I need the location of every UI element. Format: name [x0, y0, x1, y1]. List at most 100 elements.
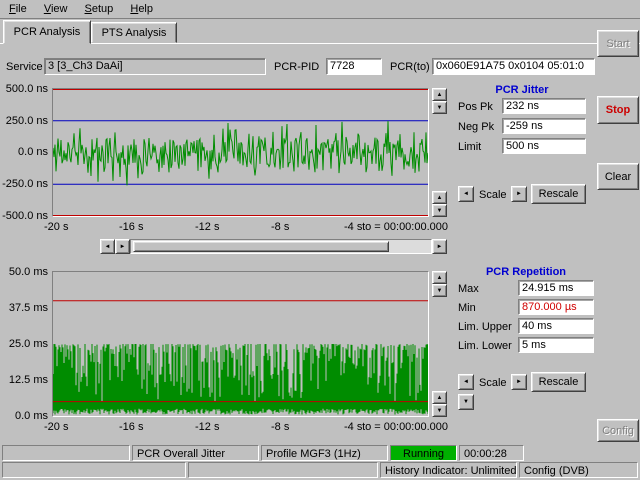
pos-pk-value-field: 232 ns: [502, 98, 586, 114]
rep-ytick-1: 37.5 ms: [2, 302, 48, 314]
jitter-ymax-down-button[interactable]: ▼: [432, 101, 447, 114]
jitter-scale-decrease-button[interactable]: ◄: [458, 186, 474, 202]
jitter-xtick-1: -16 s: [119, 221, 143, 233]
neg-pk-label: Neg Pk: [458, 121, 494, 133]
rep-xtick-0: -20 s: [44, 421, 68, 433]
scrollbar-thumb[interactable]: [133, 241, 389, 252]
status-profile-cell: Profile MGF3 (1Hz): [261, 445, 388, 461]
jitter-scale-increase-button[interactable]: ►: [511, 186, 527, 202]
status-empty-cell: [2, 445, 130, 461]
rep-scale-mode-button[interactable]: ▼: [458, 394, 474, 410]
neg-pk-value-field: -259 ns: [502, 118, 586, 134]
rep-ymin-down-button[interactable]: ▼: [432, 404, 447, 417]
scrollbar-right-button[interactable]: ►: [432, 239, 447, 254]
jitter-x-end-label: to = 00:00:00.000: [352, 221, 448, 233]
clear-button[interactable]: Clear: [597, 163, 639, 190]
jitter-panel-title: PCR Jitter: [452, 84, 592, 96]
jitter-ymin-up-button[interactable]: ▲: [432, 191, 447, 204]
rep-ytick-3: 12.5 ms: [2, 374, 48, 386]
status2-empty-cell-1: [2, 462, 186, 478]
min-label: Min: [458, 302, 476, 314]
jitter-scale-label: Scale: [479, 189, 507, 201]
jitter-ytick-4: -500.0 ns: [2, 210, 48, 222]
menu-view[interactable]: View: [37, 0, 75, 17]
pcr-to-field: 0x060E91A75 0x0104 05:01:0: [432, 58, 595, 75]
status2-config-cell: Config (DVB): [519, 462, 638, 478]
status-mode-cell: PCR Overall Jitter: [132, 445, 259, 461]
jitter-plot: [52, 88, 429, 217]
jitter-ytick-3: -250.0 ns: [2, 178, 48, 190]
max-value-field: 24.915 ms: [518, 280, 594, 296]
rep-ymin-up-button[interactable]: ▲: [432, 391, 447, 404]
scrollbar-track[interactable]: [130, 239, 432, 254]
repetition-panel-title: PCR Repetition: [452, 266, 600, 278]
service-field[interactable]: 3 [3_Ch3 DaAi]: [44, 58, 266, 75]
rep-rescale-label: Rescale: [539, 376, 579, 388]
pcr-analyzer-window: File View Setup Help PCR Analysis PTS An…: [0, 0, 640, 480]
menu-setup[interactable]: Setup: [78, 0, 121, 17]
jitter-xtick-2: -12 s: [195, 221, 219, 233]
jitter-rescale-button[interactable]: Rescale: [531, 184, 586, 204]
pcr-pid-label: PCR-PID: [274, 61, 319, 73]
rep-scale-increase-button[interactable]: ►: [511, 374, 527, 390]
tab-pcr-label: PCR Analysis: [14, 26, 81, 38]
lim-lower-label: Lim. Lower: [458, 340, 512, 352]
lim-lower-field[interactable]: 5 ms: [518, 337, 594, 353]
start-button-label: Start: [606, 38, 629, 50]
scrollbar-step-right-button[interactable]: ►: [115, 239, 130, 254]
right-arrow-icon: ►: [516, 191, 522, 197]
pcr-to-label: PCR(to): [390, 61, 430, 73]
up-arrow-icon: ▲: [437, 275, 443, 281]
jitter-xtick-0: -20 s: [44, 221, 68, 233]
repetition-trace: [53, 272, 428, 416]
lim-upper-label: Lim. Upper: [458, 321, 512, 333]
rep-scale-decrease-button[interactable]: ◄: [458, 374, 474, 390]
jitter-ymin-down-button[interactable]: ▼: [432, 204, 447, 217]
jitter-rescale-label: Rescale: [539, 188, 579, 200]
down-arrow-icon: ▼: [437, 408, 443, 414]
pos-pk-label: Pos Pk: [458, 101, 493, 113]
status-running-cell: Running: [390, 445, 457, 461]
down-arrow-icon: ▼: [437, 288, 443, 294]
right-arrow-icon: ►: [516, 379, 522, 385]
up-arrow-icon: ▲: [437, 92, 443, 98]
menu-bar: File View Setup Help: [0, 0, 640, 19]
right-arrow-icon: ►: [437, 244, 443, 250]
rep-ymax-down-button[interactable]: ▼: [432, 284, 447, 297]
rep-ymax-up-button[interactable]: ▲: [432, 271, 447, 284]
tab-pts-analysis[interactable]: PTS Analysis: [91, 22, 177, 43]
lim-upper-field[interactable]: 40 ms: [518, 318, 594, 334]
jitter-limit-field[interactable]: 500 ns: [502, 138, 586, 154]
repetition-plot: [52, 271, 429, 417]
right-arrow-icon: ►: [120, 244, 126, 250]
rep-rescale-button[interactable]: Rescale: [531, 372, 586, 392]
rep-xtick-3: -8 s: [271, 421, 289, 433]
down-arrow-icon: ▼: [463, 399, 469, 405]
status2-empty-cell-2: [188, 462, 378, 478]
config-button-label: Config: [602, 425, 634, 437]
menu-help[interactable]: Help: [123, 0, 160, 17]
start-button[interactable]: Start: [597, 30, 639, 57]
rep-scale-label: Scale: [479, 377, 507, 389]
scrollbar-step-left-button[interactable]: ◄: [100, 239, 115, 254]
clear-button-label: Clear: [605, 171, 631, 183]
status2-history-cell: History Indicator: Unlimited: [380, 462, 517, 478]
tab-pts-label: PTS Analysis: [102, 27, 167, 39]
left-arrow-icon: ◄: [463, 191, 469, 197]
left-arrow-icon: ◄: [105, 244, 111, 250]
jitter-xtick-3: -8 s: [271, 221, 289, 233]
config-button[interactable]: Config: [597, 419, 639, 442]
rep-x-end-label: to = 00:00:00.000: [352, 421, 448, 433]
menu-file[interactable]: File: [2, 0, 34, 17]
jitter-ytick-2: 0.0 ns: [2, 146, 48, 158]
pcr-pid-field: 7728: [326, 58, 382, 75]
rep-ytick-2: 25.0 ms: [2, 338, 48, 350]
down-arrow-icon: ▼: [437, 208, 443, 214]
tab-pcr-analysis[interactable]: PCR Analysis: [3, 20, 91, 44]
rep-xtick-1: -16 s: [119, 421, 143, 433]
stop-button-label: Stop: [606, 104, 630, 116]
stop-button[interactable]: Stop: [597, 96, 639, 124]
jitter-ymax-up-button[interactable]: ▲: [432, 88, 447, 101]
left-arrow-icon: ◄: [463, 379, 469, 385]
min-value-field: 870.000 µs: [518, 299, 594, 315]
